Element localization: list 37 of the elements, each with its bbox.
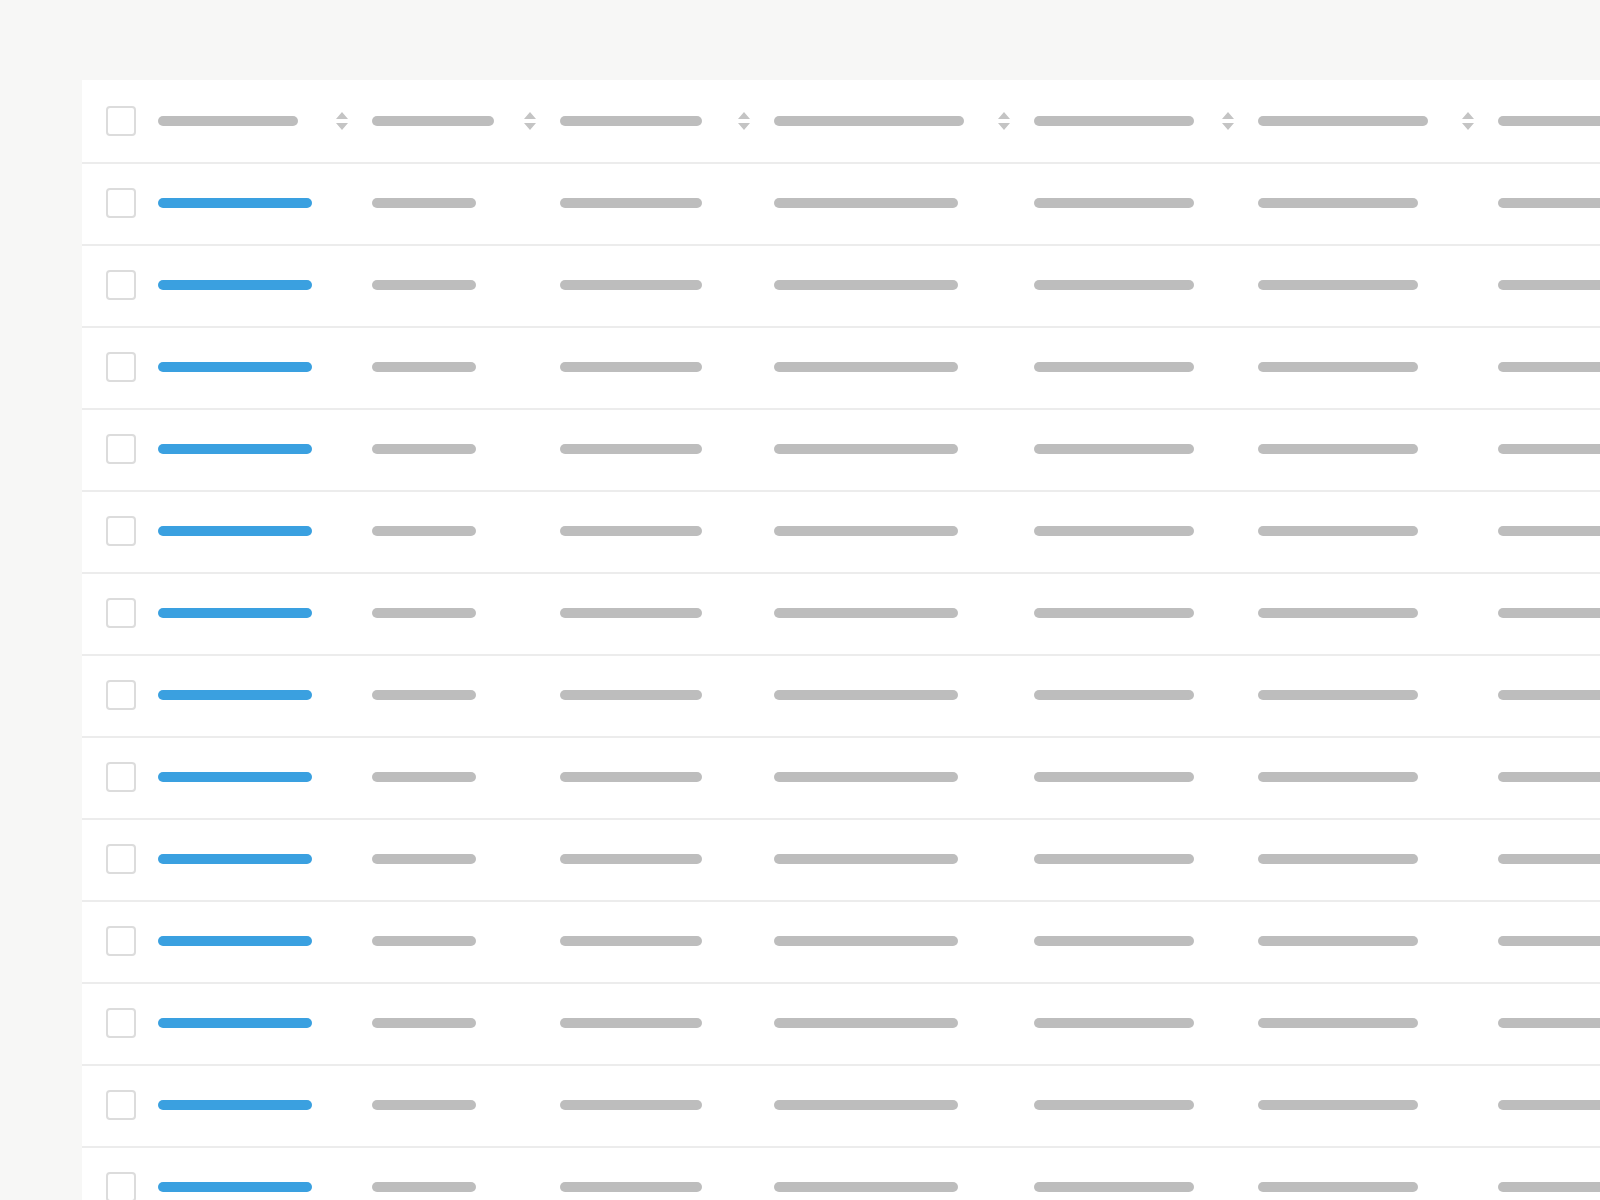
link-placeholder-line[interactable] [158, 280, 312, 290]
sort-icon[interactable] [1222, 111, 1234, 130]
link-placeholder-line[interactable] [158, 772, 312, 782]
checkbox[interactable] [106, 1090, 136, 1120]
header-placeholder-line [372, 115, 494, 126]
checkbox[interactable] [106, 680, 136, 710]
checkbox[interactable] [106, 598, 136, 628]
link-placeholder-line[interactable] [158, 1100, 312, 1110]
link-placeholder-line[interactable] [158, 608, 312, 618]
link-placeholder-line[interactable] [158, 526, 312, 536]
checkbox[interactable] [106, 516, 136, 546]
checkbox[interactable] [106, 1172, 136, 1200]
link-placeholder-line[interactable] [158, 1018, 312, 1028]
sort-icon[interactable] [524, 111, 536, 130]
sort-icon[interactable] [998, 111, 1010, 130]
checkbox[interactable] [106, 352, 136, 382]
checkbox[interactable] [106, 270, 136, 300]
checkbox[interactable] [106, 188, 136, 218]
sort-icon[interactable] [1462, 111, 1474, 130]
checkbox[interactable] [106, 105, 136, 136]
header-placeholder-line [1498, 115, 1600, 126]
checkbox[interactable] [106, 762, 136, 792]
header-placeholder-line [158, 115, 298, 126]
sort-icon[interactable] [336, 111, 348, 130]
link-placeholder-line[interactable] [158, 1182, 312, 1192]
link-placeholder-line[interactable] [158, 690, 312, 700]
sort-icon[interactable] [738, 111, 750, 130]
link-placeholder-line[interactable] [158, 444, 312, 454]
checkbox[interactable] [106, 1008, 136, 1038]
link-placeholder-line[interactable] [158, 362, 312, 372]
header-placeholder-line [560, 115, 702, 126]
link-placeholder-line[interactable] [158, 198, 312, 208]
checkbox[interactable] [106, 844, 136, 874]
link-placeholder-line[interactable] [158, 936, 312, 946]
checkbox[interactable] [106, 926, 136, 956]
link-placeholder-line[interactable] [158, 854, 312, 864]
checkbox[interactable] [106, 434, 136, 464]
